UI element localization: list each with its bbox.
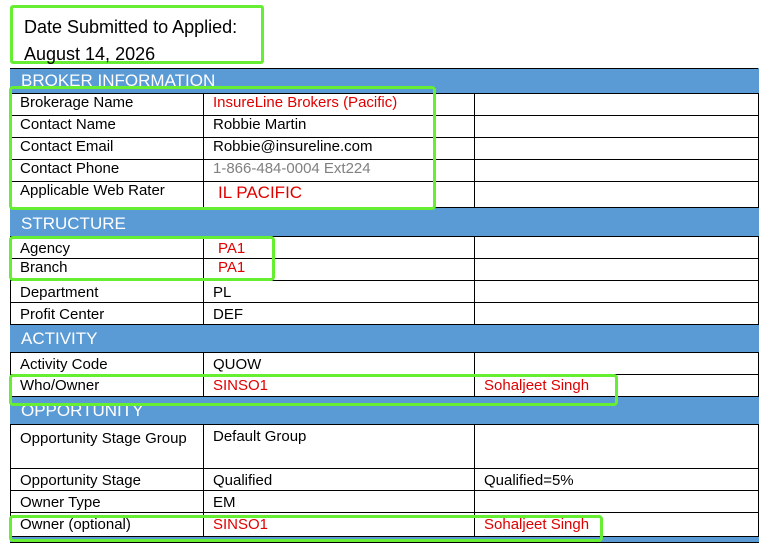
table-footer-band [9,536,760,543]
row-label: Opportunity Stage [10,468,204,491]
section-header-structure: STRUCTURE [9,207,760,237]
table-row: Applicable Web Rater IL PACIFIC [10,181,760,208]
row-label: Who/Owner [10,374,204,397]
table-row: Brokerage Name InsureLine Brokers (Pacif… [10,93,760,116]
branch-value: PA1 [203,258,475,281]
row-label: Contact Name [10,115,204,138]
owner-type-value: EM [203,490,475,513]
row-extra [473,93,760,116]
table-row: Owner (optional) SINSO1 Sohaljeet Singh [10,512,760,537]
table-row: Contact Phone 1-866-484-0004 Ext224 [10,159,760,182]
stage-group-value: Default Group [203,424,475,469]
section-title: OPPORTUNITY [9,396,760,425]
owner-optional-value: SINSO1 [203,512,475,537]
table-row: Who/Owner SINSO1 Sohaljeet Singh [10,374,760,397]
agency-value: PA1 [203,236,475,259]
web-rater-value: IL PACIFIC [203,181,475,208]
row-extra [473,302,760,325]
table-row: Profit Center DEF [10,302,760,325]
stage-percent: Qualified=5% [473,468,760,491]
row-label: Branch [10,258,204,281]
owner-optional-name: Sohaljeet Singh [473,512,760,537]
row-extra [473,115,760,138]
row-label: Department [10,280,204,303]
row-label: Opportunity Stage Group [10,424,204,469]
date-submitted-box: Date Submitted to Applied: August 14, 20… [10,5,264,64]
broker-setup-table: BROKER INFORMATION Brokerage Name Insure… [9,68,760,543]
contact-email-value: Robbie@insureline.com [203,137,475,160]
row-extra [473,159,760,182]
row-extra [473,258,760,281]
table-row: Activity Code QUOW [10,352,760,375]
table-row: Agency PA1 [10,236,760,259]
table-row: Branch PA1 [10,258,760,281]
section-header-broker: BROKER INFORMATION [9,68,760,94]
row-label: Applicable Web Rater [10,181,204,208]
brokerage-name-value: InsureLine Brokers (Pacific) [203,93,475,116]
row-label: Brokerage Name [10,93,204,116]
contact-name-value: Robbie Martin [203,115,475,138]
row-label: Activity Code [10,352,204,375]
department-value: PL [203,280,475,303]
table-row: Contact Name Robbie Martin [10,115,760,138]
section-header-opportunity: OPPORTUNITY [9,396,760,425]
section-title: ACTIVITY [9,324,760,353]
row-extra [473,236,760,259]
profit-center-value: DEF [203,302,475,325]
date-submitted-value: August 14, 2026 [24,44,156,64]
section-title: STRUCTURE [9,207,760,237]
section-header-activity: ACTIVITY [9,324,760,353]
who-owner-value: SINSO1 [203,374,475,397]
row-label: Profit Center [10,302,204,325]
date-submitted-label: Date Submitted to Applied: [24,17,238,37]
who-owner-name: Sohaljeet Singh [473,374,760,397]
row-label: Agency [10,236,204,259]
table-row: Owner Type EM [10,490,760,513]
row-extra [473,137,760,160]
stage-value: Qualified [203,468,475,491]
table-row: Department PL [10,280,760,303]
row-extra [473,424,760,469]
activity-code-value: QUOW [203,352,475,375]
row-extra [473,280,760,303]
table-row: Opportunity Stage Group Default Group [10,424,760,469]
row-extra [473,490,760,513]
table-row: Contact Email Robbie@insureline.com [10,137,760,160]
row-extra [473,352,760,375]
row-label: Contact Phone [10,159,204,182]
section-title: BROKER INFORMATION [9,68,760,94]
row-label: Owner (optional) [10,512,204,537]
row-label: Owner Type [10,490,204,513]
row-extra [473,181,760,208]
table-row: Opportunity Stage Qualified Qualified=5% [10,468,760,491]
contact-phone-value: 1-866-484-0004 Ext224 [203,159,475,182]
row-label: Contact Email [10,137,204,160]
